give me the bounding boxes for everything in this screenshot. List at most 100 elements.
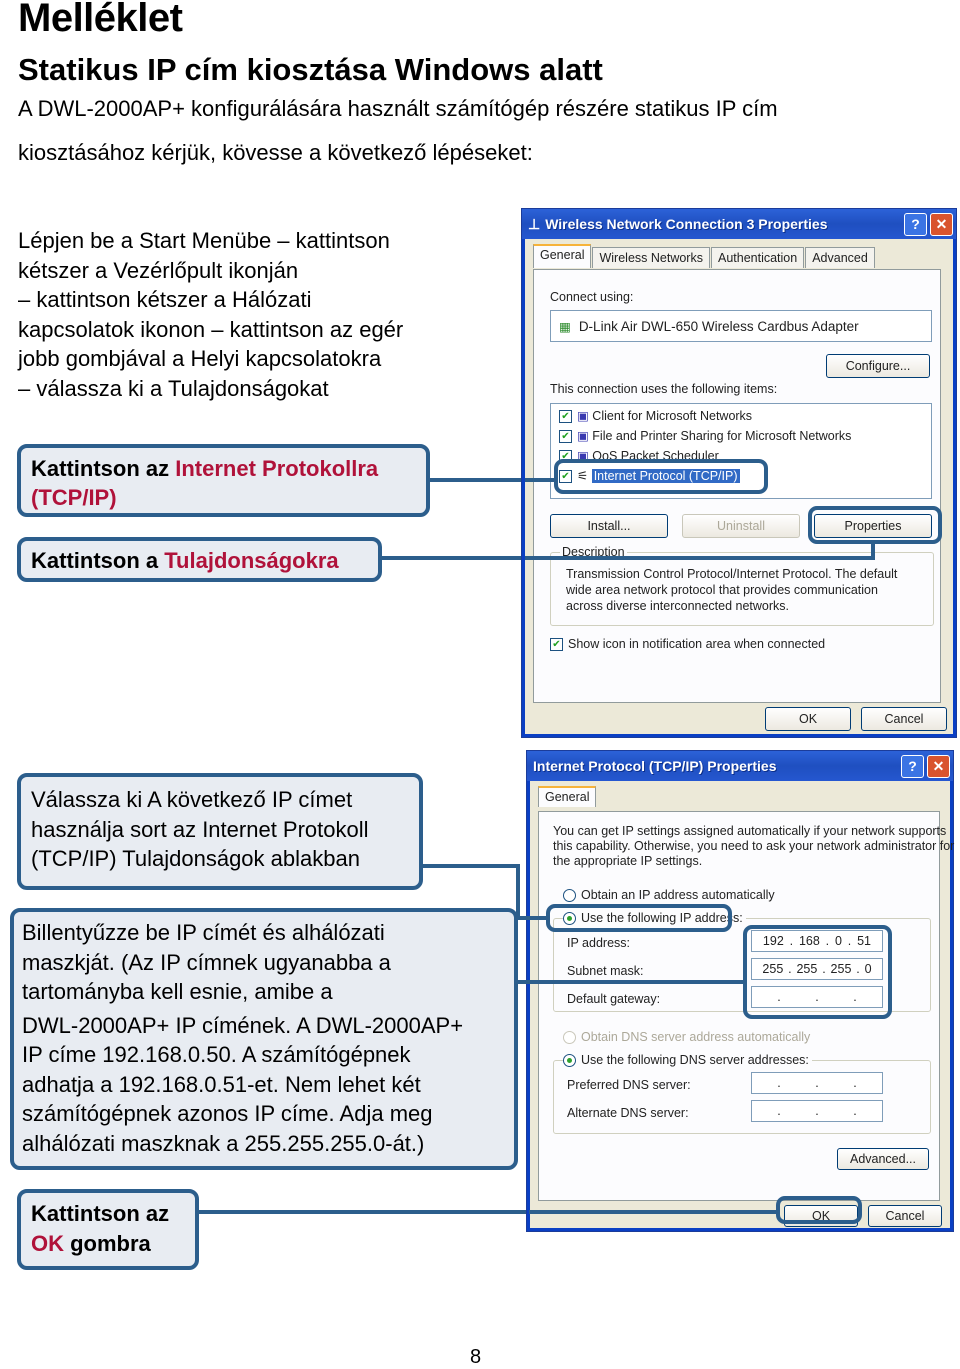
alternate-dns-label: Alternate DNS server:	[567, 1106, 689, 1120]
computer-icon: ▣	[577, 409, 589, 423]
printer-icon: ▣	[577, 429, 589, 443]
list-item[interactable]: ✔ ▣ File and Printer Sharing for Microsof…	[559, 428, 923, 448]
callout-highlight: OK	[31, 1231, 64, 1256]
description-line: wide area network protocol that provides…	[566, 583, 878, 597]
obtain-ip-auto-radio[interactable]: Obtain an IP address automatically	[563, 888, 775, 903]
callout-tcpip: Kattintson az Internet Protokollra (TCP/…	[17, 444, 430, 517]
uninstall-button[interactable]: Uninstall	[682, 514, 800, 538]
close-button[interactable]: ✕	[930, 212, 953, 236]
adapter-icon: ▦	[559, 319, 571, 334]
info-line: this capability. Otherwise, you need to …	[553, 839, 955, 853]
steps-line: – kattintson kétszer a Hálózati	[18, 287, 312, 312]
callout-line: tartományba kell esnie, amibe a	[22, 979, 333, 1004]
highlight-ip-fields	[743, 925, 892, 1019]
connector-line	[199, 1210, 529, 1214]
radio-label: Obtain an IP address automatically	[581, 888, 775, 902]
tab-advanced[interactable]: Advanced	[805, 247, 875, 268]
alternate-dns-field[interactable]: ...	[751, 1100, 883, 1122]
item-label: Client for Microsoft Networks	[592, 409, 753, 423]
description-line: Transmission Control Protocol/Internet P…	[566, 567, 898, 581]
tab-general[interactable]: General	[533, 244, 592, 268]
callout-line: maszkját. (Az IP címnek ugyanabba a	[22, 949, 391, 975]
info-line: the appropriate IP settings.	[553, 854, 703, 868]
page-title: Melléklet	[18, 0, 183, 40]
callout-text: gombra	[64, 1231, 151, 1256]
show-icon-label: Show icon in notification area when conn…	[568, 637, 826, 651]
connector-line	[529, 1210, 778, 1214]
connect-using-label: Connect using:	[550, 290, 634, 304]
highlight-ok-button	[776, 1196, 862, 1224]
dialog-title: Internet Protocol (TCP/IP) Properties	[533, 758, 777, 774]
callout-line: alhálózati maszknak a 255.255.255.0-át.)	[22, 1130, 425, 1156]
obtain-dns-auto-radio[interactable]: Obtain DNS server address automatically	[563, 1030, 810, 1045]
adapter-name: D-Link Air DWL-650 Wireless Cardbus Adap…	[578, 318, 859, 334]
section-title: Statikus IP cím kiosztása Windows alatt	[18, 52, 603, 87]
connector-line	[525, 556, 875, 560]
page-number: 8	[470, 1346, 482, 1368]
tab-wireless-networks[interactable]: Wireless Networks	[592, 247, 710, 268]
connector-line	[516, 864, 520, 920]
preferred-dns-label: Preferred DNS server:	[567, 1078, 691, 1092]
connector-line	[382, 556, 525, 560]
callout-properties: Kattintson a Tulajdonságokra	[17, 537, 382, 582]
ip-address-label: IP address:	[567, 936, 631, 950]
cancel-button[interactable]: Cancel	[868, 1205, 942, 1227]
callout-highlight: Tulajdonságokra	[164, 548, 339, 573]
callout-text: Kattintson a	[31, 548, 165, 573]
radio-label: Use the following DNS server addresses:	[581, 1053, 809, 1067]
callout-ok: Kattintson az OK gombra	[17, 1189, 199, 1270]
show-icon-option[interactable]: ✔ Show icon in notification area when con…	[550, 637, 826, 652]
list-item[interactable]: ✔ ▣ Client for Microsoft Networks	[559, 408, 923, 428]
item-label: File and Printer Sharing for Microsoft N…	[592, 429, 852, 443]
description-line: across diverse interconnected networks.	[566, 599, 790, 613]
callout-use-ip: Válassza ki A következő IP címet használ…	[17, 773, 423, 890]
callout-line: (TCP/IP) Tulajdonságok ablakban	[31, 846, 360, 871]
checkbox[interactable]: ✔	[550, 638, 563, 652]
ok-button[interactable]: OK	[765, 707, 851, 731]
steps-line: Lépjen be a Start Menübe – kattintson	[18, 228, 390, 253]
callout-line: IP címe 192.168.0.50. A számítógépnek	[22, 1042, 411, 1067]
intro-line-2: kiosztásához kérjük, kövesse a következő…	[18, 140, 533, 165]
steps-line: kapcsolatok ikonon – kattintson az egér	[18, 316, 404, 342]
tab-authentication[interactable]: Authentication	[710, 247, 805, 268]
close-button[interactable]: ✕	[927, 754, 950, 778]
advanced-button[interactable]: Advanced...	[837, 1148, 929, 1170]
dialog-titlebar[interactable]: Internet Protocol (TCP/IP) Properties ? …	[527, 751, 953, 781]
steps-paragraph: Lépjen be a Start Menübe – kattintson ké…	[18, 226, 488, 403]
default-gateway-label: Default gateway:	[567, 992, 661, 1006]
help-button[interactable]: ?	[901, 754, 924, 778]
network-icon: ⊥	[528, 215, 541, 232]
subnet-mask-label: Subnet mask:	[567, 964, 644, 978]
dialog-title: Wireless Network Connection 3 Properties	[545, 216, 828, 232]
preferred-dns-field[interactable]: ...	[751, 1072, 883, 1094]
dialog-titlebar[interactable]: ⊥ Wireless Network Connection 3 Properti…	[522, 209, 956, 239]
steps-line: – válassza ki a Tulajdonságokat	[18, 375, 329, 401]
callout-text: Kattintson az	[31, 1201, 170, 1226]
connector-line	[525, 478, 556, 482]
callout-line: DWL-2000AP+ IP címének. A DWL-2000AP+	[22, 1012, 464, 1038]
configure-button[interactable]: Configure...	[826, 354, 930, 378]
connector-line	[423, 864, 520, 868]
connector-line	[871, 542, 875, 558]
use-following-dns-radio[interactable]: Use the following DNS server addresses:	[563, 1053, 812, 1068]
help-button[interactable]: ?	[904, 212, 927, 236]
radio[interactable]	[563, 1054, 576, 1068]
checkbox[interactable]: ✔	[559, 430, 572, 444]
radio[interactable]	[563, 889, 576, 903]
callout-line: Válassza ki A következő IP címet	[31, 787, 353, 812]
highlight-tcpip-item	[554, 459, 768, 494]
install-button[interactable]: Install...	[550, 514, 668, 538]
checkbox[interactable]: ✔	[559, 410, 572, 424]
radio[interactable]	[563, 1031, 576, 1045]
highlight-use-ip-radio	[546, 904, 732, 932]
steps-line: kétszer a Vezérlőpult ikonján	[18, 257, 299, 283]
intro-line-1: A DWL-2000AP+ konfigurálására használt s…	[18, 96, 778, 121]
callout-line: Billentyűzze be IP címét és alhálózati	[22, 920, 385, 945]
highlight-properties-button	[808, 506, 942, 544]
connector-line	[518, 980, 745, 984]
connector-line	[430, 478, 525, 482]
callout-line: adhatja a 192.168.0.51-et. Nem lehet két	[22, 1071, 421, 1097]
tab-bar: General	[538, 786, 597, 807]
cancel-button[interactable]: Cancel	[861, 707, 947, 731]
tab-general[interactable]: General	[538, 786, 597, 807]
